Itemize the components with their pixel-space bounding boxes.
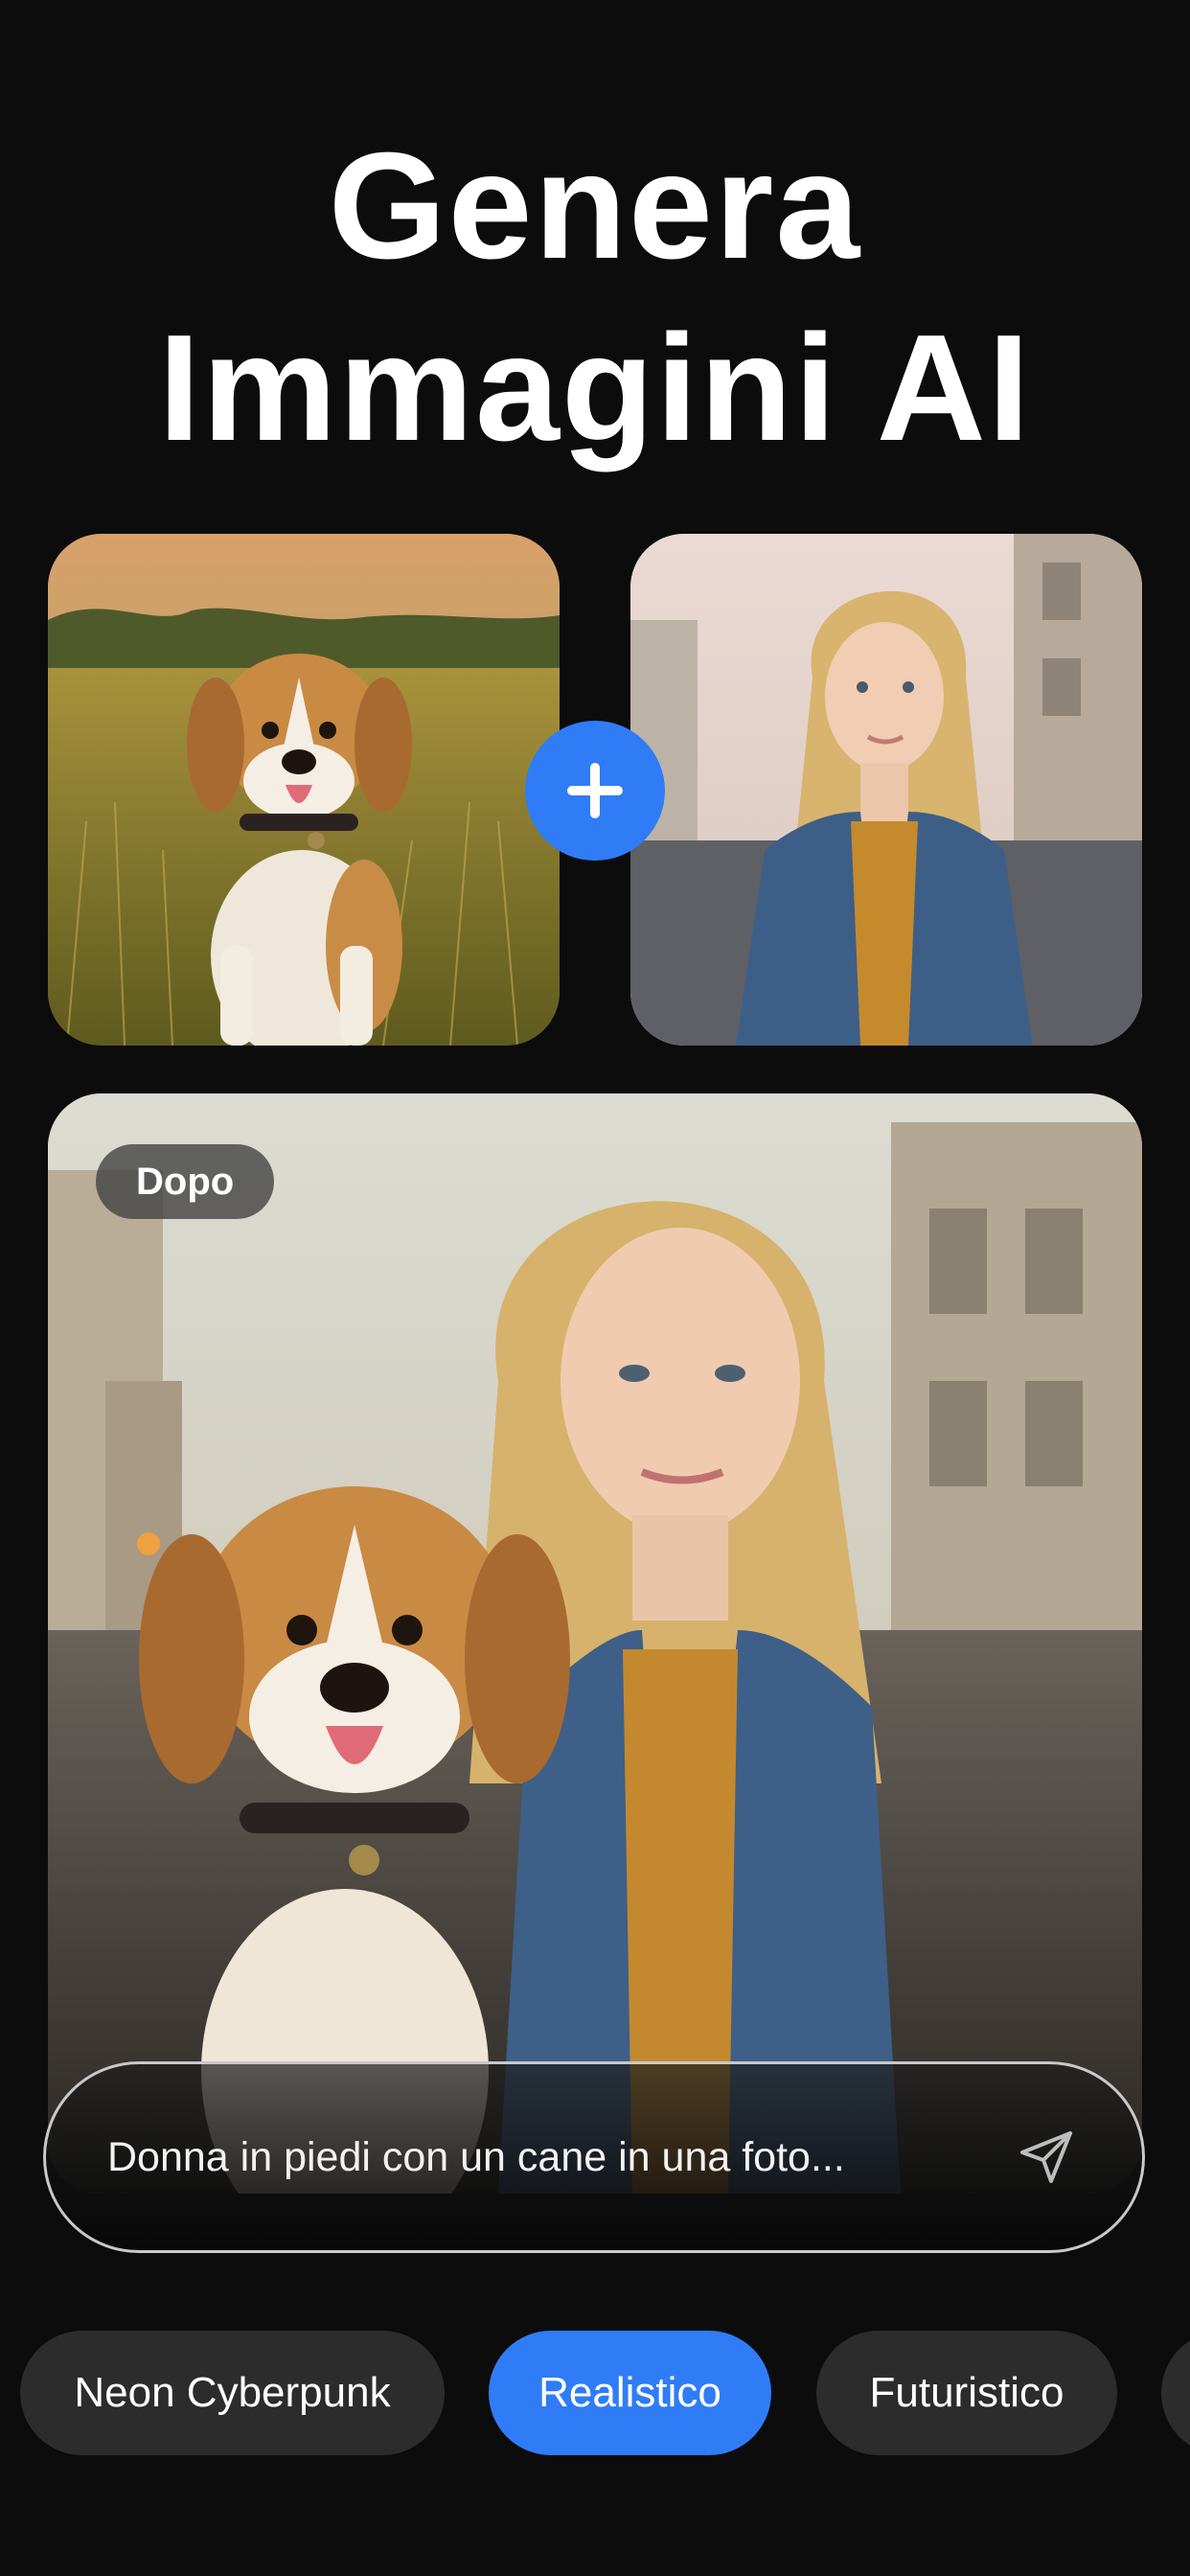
prompt-text[interactable]: Donna in piedi con un cane in una foto..… bbox=[107, 2134, 1008, 2181]
input-image-woman[interactable] bbox=[630, 534, 1142, 1046]
page-title: Genera Immagini AI bbox=[0, 115, 1190, 479]
chip-more[interactable] bbox=[1161, 2331, 1190, 2455]
send-button[interactable] bbox=[1008, 2119, 1085, 2196]
input-image-dog[interactable] bbox=[48, 534, 560, 1046]
title-line-2: Immagini AI bbox=[158, 304, 1032, 472]
send-icon bbox=[1020, 2131, 1072, 2183]
plus-icon bbox=[567, 763, 623, 818]
woman-photo bbox=[630, 534, 1142, 1046]
combine-plus-button[interactable] bbox=[525, 721, 665, 861]
title-line-1: Genera bbox=[328, 122, 862, 290]
after-badge: Dopo bbox=[96, 1144, 275, 1219]
woman-with-beagle-photo bbox=[48, 1093, 1142, 2194]
chip-realistico[interactable]: Realistico bbox=[489, 2331, 771, 2455]
prompt-input[interactable]: Donna in piedi con un cane in una foto..… bbox=[43, 2061, 1145, 2253]
result-image: Dopo bbox=[48, 1093, 1142, 2194]
chip-futuristico[interactable]: Futuristico bbox=[816, 2331, 1117, 2455]
beagle-photo bbox=[48, 534, 560, 1046]
style-chip-row: Neon Cyberpunk Realistico Futuristico bbox=[0, 2331, 1190, 2457]
chip-neon-cyberpunk[interactable]: Neon Cyberpunk bbox=[20, 2331, 445, 2455]
